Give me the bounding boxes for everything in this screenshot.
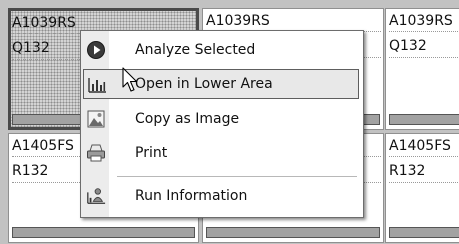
menu-separator: [117, 176, 357, 177]
menu-item-label: Analyze Selected: [135, 42, 256, 58]
menu-item-label: Run Information: [135, 188, 248, 204]
context-menu: Analyze Selected Open in Lower Area Copy…: [80, 30, 364, 218]
cell-sample-id: A1039RS: [389, 11, 459, 32]
image-icon: [86, 109, 106, 129]
sample-cell-r2c3[interactable]: A1405FS R132: [385, 133, 459, 243]
mouse-cursor-icon: [122, 67, 138, 92]
cell-status-bar: [389, 227, 459, 238]
run-info-icon: [86, 186, 106, 206]
menu-item-copy-as-image[interactable]: Copy as Image: [83, 104, 359, 134]
menu-item-analyze-selected[interactable]: Analyze Selected: [83, 35, 359, 65]
menu-item-label: Open in Lower Area: [135, 76, 273, 92]
sample-cell-r1c3[interactable]: A1039RS Q132: [385, 8, 459, 130]
cell-status-bar: [12, 227, 195, 238]
cell-status-bar: [206, 227, 380, 238]
bar-chart-icon: [87, 75, 107, 95]
printer-icon: [86, 143, 106, 163]
cell-sample-id: A1039RS: [206, 11, 381, 32]
menu-item-label: Copy as Image: [135, 111, 240, 127]
cell-well: Q132: [389, 35, 459, 58]
cell-sample-id: A1405FS: [389, 136, 459, 157]
menu-item-label: Print: [135, 145, 168, 161]
play-circle-icon: [86, 40, 106, 60]
menu-item-print[interactable]: Print: [83, 138, 359, 168]
cell-status-bar: [389, 114, 459, 125]
menu-item-run-information[interactable]: Run Information: [83, 181, 359, 211]
cell-well: R132: [389, 160, 459, 183]
